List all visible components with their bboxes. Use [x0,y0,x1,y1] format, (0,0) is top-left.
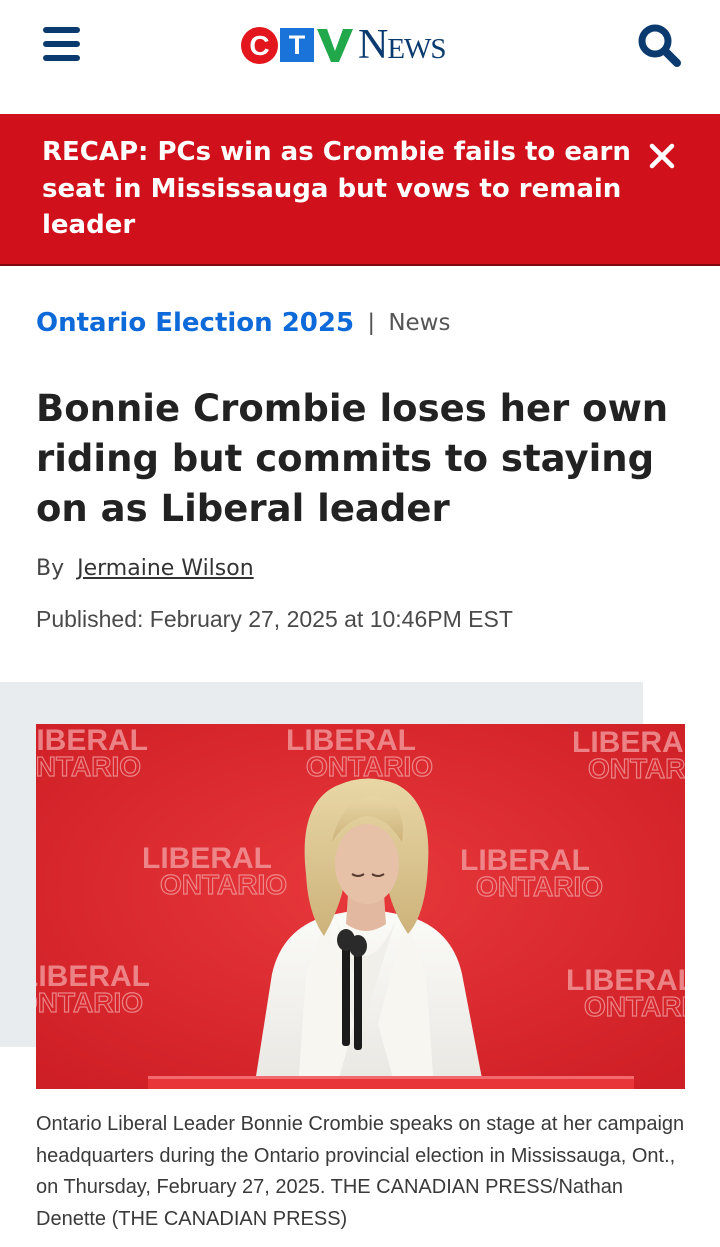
breadcrumb: Ontario Election 2025 | News [36,304,450,342]
photo-caption: Ontario Liberal Leader Bonnie Crombie sp… [36,1113,685,1230]
breadcrumb-separator: | [368,309,375,336]
article-headline: Bonnie Crombie loses her own riding but … [36,387,669,530]
hamburger-menu-icon[interactable] [40,24,84,64]
article-byline: By Jermaine Wilson [36,556,254,581]
svg-text:ONTARIO: ONTARIO [36,751,141,782]
svg-text:ONTARIO: ONTARIO [584,991,685,1022]
breadcrumb-subsection-link[interactable]: News [388,310,450,336]
svg-text:ONTARIO: ONTARIO [160,869,287,900]
site-header: C T News [0,0,720,115]
logo-t-mark: T [280,28,314,62]
svg-text:ONTARIO: ONTARIO [588,753,685,784]
logo-news-wordmark: News [358,22,447,68]
article-photo[interactable]: LIBERAL ONTARIO LIBERAL ONTARIO LIBERAL … [36,724,685,1089]
author-link[interactable]: Jermaine Wilson [77,556,254,581]
published-date: Published: February 27, 2025 at 10:46PM … [36,606,513,632]
logo-v-mark [317,29,353,62]
close-icon[interactable] [647,141,677,171]
svg-text:ONTARIO: ONTARIO [306,751,433,782]
svg-text:ONTARIO: ONTARIO [476,871,603,902]
logo-c-mark: C [241,26,278,64]
photo-illustration: LIBERAL ONTARIO LIBERAL ONTARIO LIBERAL … [36,724,685,1089]
svg-text:ONTARIO: ONTARIO [36,987,143,1018]
breaking-news-link[interactable]: RECAP: PCs win as Crombie fails to earn … [42,134,632,244]
ctv-news-logo[interactable]: C T News [241,22,447,68]
byline-label: By [36,556,65,581]
breadcrumb-section-link[interactable]: Ontario Election 2025 [36,308,354,338]
search-icon[interactable] [636,22,682,68]
